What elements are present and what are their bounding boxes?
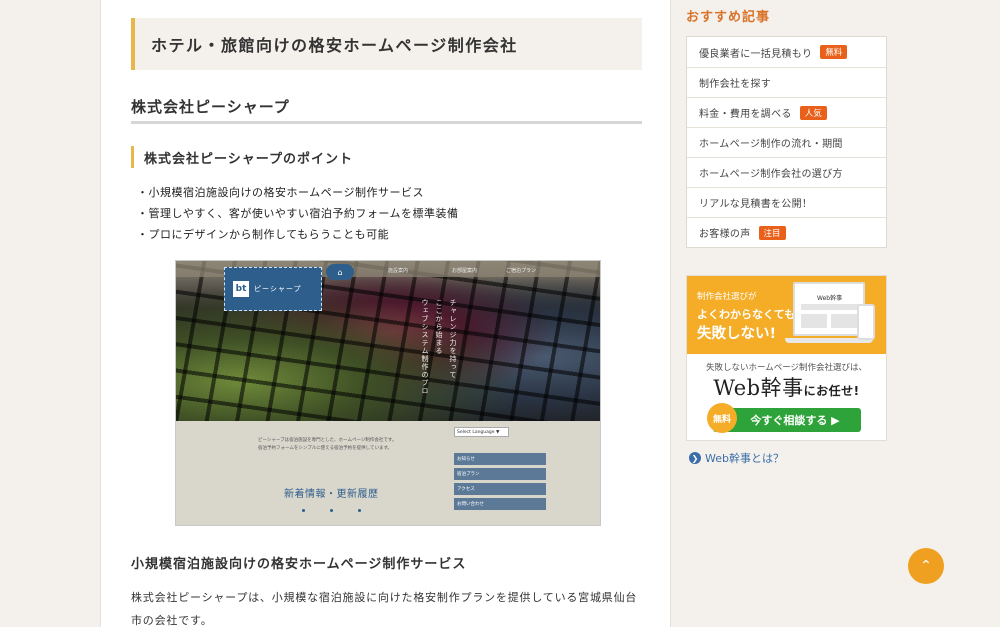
screenshot-intro-line: 宿泊予約フォームをシンプルに使える宿泊予約を提供しています。: [258, 446, 393, 451]
banner-line2: よくわからなくても: [697, 308, 796, 321]
recommended-list: 優良業者に一括見積もり 無料 制作会社を探す 料金・費用を調べる 人気 ホームペ…: [686, 36, 887, 248]
logo-mark: bt: [233, 281, 249, 297]
screenshot-content: ピーシャープは宿泊施設を専門とした、ホームページ制作会社です。 宿泊予約フォーム…: [176, 421, 600, 525]
phone-icon: [857, 304, 875, 340]
company-description: 株式会社ピーシャープは、小規模な宿泊施設に向けた格安制作プランを提供している宮城…: [131, 591, 638, 627]
free-badge: 無料: [820, 45, 848, 59]
laptop-icon: Web幹事: [793, 282, 865, 336]
list-item: ・プロにデザインから制作してもらうことも可能: [137, 228, 390, 241]
sidebar-item-label: リアルな見積書を公開！: [699, 199, 813, 210]
screenshot-vertical-text: ウェブシステム制作のプロ: [421, 299, 429, 395]
sidebar-item-estimates[interactable]: リアルな見積書を公開！: [687, 187, 886, 217]
laptop-label: Web幹事: [817, 295, 843, 302]
points-list: ・小規模宿泊施設向けの格安ホームページ制作サービス ・管理しやすく、客が使いやす…: [137, 182, 459, 245]
sidebar-item-quote[interactable]: 優良業者に一括見積もり 無料: [687, 37, 886, 67]
points-heading: 株式会社ピーシャープのポイント: [131, 146, 353, 168]
screenshot-button-list: お知らせ 宿泊プラン アクセス お問い合わせ: [454, 453, 546, 513]
sidebar-item-pricing[interactable]: 料金・費用を調べる 人気: [687, 97, 886, 127]
service-heading: 小規模宿泊施設向けの格安ホームページ制作サービス: [131, 553, 466, 572]
list-item: ・小規模宿泊施設向けの格安ホームページ制作サービス: [137, 186, 424, 199]
scroll-to-top-button[interactable]: ⌃: [908, 548, 944, 584]
sidebar-item-label: ホームページ制作会社の選び方: [699, 169, 843, 180]
brand-name: Web幹事: [713, 376, 804, 400]
sidebar-item-how-to-choose[interactable]: ホームページ制作会社の選び方: [687, 157, 886, 187]
screenshot-button: アクセス: [454, 483, 546, 495]
page-title-text: ホテル・旅館向けの格安ホームページ制作会社: [151, 36, 518, 55]
banner-brand: Web幹事にお任せ!: [687, 372, 886, 402]
screenshot-nav-item: 施設案内: [388, 268, 409, 274]
web-kanji-link-text: Web幹事とは？: [705, 452, 784, 465]
sidebar-item-flow[interactable]: ホームページ制作の流れ・期間: [687, 127, 886, 157]
brand-tail: にお任せ!: [803, 384, 860, 398]
points-heading-text: 株式会社ピーシャープのポイント: [144, 151, 353, 167]
carousel-dots: [302, 509, 361, 512]
sidebar-item-find-company[interactable]: 制作会社を探す: [687, 67, 886, 97]
banner-header: 制作会社選びが よくわからなくても 失敗しない! Web幹事: [687, 276, 886, 354]
screenshot-button: 宿泊プラン: [454, 468, 546, 480]
chevron-up-icon: ⌃: [920, 558, 932, 574]
screenshot-button: お問い合わせ: [454, 498, 546, 510]
sidebar-item-label: 優良業者に一括見積もり: [699, 48, 813, 60]
company-heading-text: 株式会社ピーシャープ: [131, 98, 290, 116]
banner-line1: 制作会社選びが: [697, 292, 757, 302]
screenshot-intro: ピーシャープは宿泊施設を専門とした、ホームページ制作会社です。 宿泊予約フォーム…: [258, 437, 396, 453]
screenshot-news-title: 新着情報・更新履歴: [284, 489, 379, 500]
screenshot-logo: bt ピーシャープ: [224, 267, 322, 311]
free-badge-circle: 無料: [707, 403, 737, 433]
sidebar-item-label: ホームページ制作の流れ・期間: [699, 139, 843, 150]
featured-badge: 注目: [758, 225, 786, 240]
service-heading-text: 小規模宿泊施設向けの格安ホームページ制作サービス: [131, 557, 467, 572]
company-heading: 株式会社ピーシャープ: [131, 96, 642, 124]
screenshot-nav-item: ご宿泊プラン: [506, 268, 537, 274]
screenshot-intro-line: ピーシャープは宿泊施設を専門とした、ホームページ制作会社です。: [258, 438, 397, 443]
screenshot-vertical-text: ここから始まる: [435, 299, 443, 355]
page-title: ホテル・旅館向けの格安ホームページ制作会社: [131, 18, 642, 70]
web-kanji-banner[interactable]: 制作会社選びが よくわからなくても 失敗しない! Web幹事 失敗しないホームペ…: [686, 275, 887, 441]
screenshot-nav-item: お部屋案内: [452, 268, 478, 274]
home-icon: ⌂: [326, 264, 354, 280]
screenshot-button: お知らせ: [454, 453, 546, 465]
sidebar-item-label: 制作会社を探す: [699, 79, 772, 90]
chevron-right-icon: ❯: [689, 452, 701, 464]
sidebar-item-label: 料金・費用を調べる: [699, 109, 792, 120]
sidebar-item-label: お客様の声: [699, 229, 751, 240]
sidebar-title: おすすめ記事: [686, 10, 771, 25]
popular-badge: 人気: [799, 105, 827, 120]
web-kanji-link[interactable]: ❯ Web幹事とは？: [689, 450, 784, 466]
translate-select: Select Language ▼: [454, 427, 509, 437]
list-item: ・管理しやすく、客が使いやすい宿泊予約フォームを標準装備: [137, 207, 459, 220]
website-screenshot: bt ピーシャープ ⌂ 施設案内 お部屋案内 ご宿泊プラン チャレンジ力を持って…: [175, 260, 601, 526]
main-column: ホテル・旅館向けの格安ホームページ制作会社 株式会社ピーシャープ 株式会社ピーシ…: [100, 0, 671, 627]
screenshot-vertical-text: チャレンジ力を持って: [449, 299, 457, 379]
sidebar-item-voices[interactable]: お客様の声 注目: [687, 217, 886, 247]
banner-line3: 失敗しない!: [697, 326, 777, 342]
logo-text: ピーシャープ: [254, 285, 302, 293]
